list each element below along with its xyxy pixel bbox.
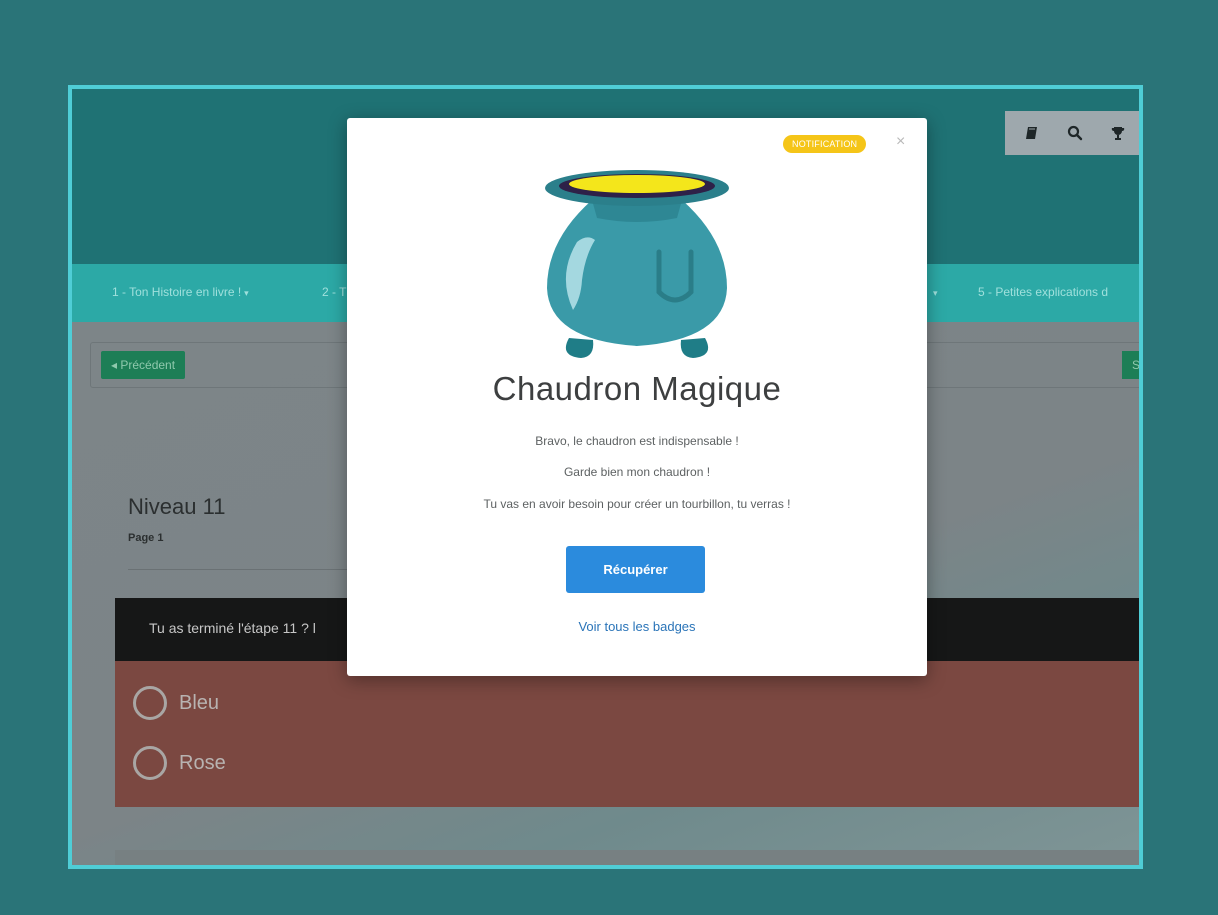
next-button[interactable]: Su xyxy=(1122,351,1139,379)
close-icon[interactable]: × xyxy=(896,133,905,151)
bottom-bar xyxy=(115,850,1139,865)
modal-message-line: Bravo, le chaudron est indispensable ! xyxy=(535,434,739,448)
header-toolbar xyxy=(1005,111,1139,155)
radio-button[interactable] xyxy=(133,746,167,780)
answer-label: Rose xyxy=(179,751,226,774)
answer-panel: Bleu Rose xyxy=(115,661,1139,807)
nav-item-label: 2 - T xyxy=(322,285,347,299)
book-icon[interactable] xyxy=(1018,119,1046,147)
modal-title: Chaudron Magique xyxy=(492,370,782,407)
previous-button[interactable]: ◂ Précédent xyxy=(101,351,186,379)
nav-item-explications[interactable]: 5 - Petites explications d xyxy=(978,285,1108,299)
question-text: Tu as terminé l'étape 11 ? l xyxy=(149,620,316,636)
search-icon[interactable] xyxy=(1061,119,1089,147)
recuperer-button[interactable]: Récupérer xyxy=(566,546,705,593)
badge-notification-modal: NOTIFICATION × Chaudron Magique Bravo, l… xyxy=(347,118,927,676)
caret-down-icon: ▾ xyxy=(933,288,938,298)
nav-item-4[interactable]: ▾ xyxy=(930,285,938,299)
trophy-icon[interactable] xyxy=(1104,119,1132,147)
modal-message-line: Tu vas en avoir besoin pour créer un tou… xyxy=(483,497,791,511)
answer-label: Bleu xyxy=(179,691,220,714)
answer-option-bleu[interactable]: Bleu xyxy=(133,686,219,720)
modal-message-line: Garde bien mon chaudron ! xyxy=(563,465,711,479)
nav-item-2[interactable]: 2 - T xyxy=(322,285,346,299)
answer-option-rose[interactable]: Rose xyxy=(133,746,226,780)
caret-down-icon: ▾ xyxy=(244,288,249,298)
view-all-badges-link[interactable]: Voir tous les badges xyxy=(347,619,927,634)
level-title: Niveau 11 xyxy=(128,494,226,519)
radio-button[interactable] xyxy=(133,686,167,720)
nav-item-label: 5 - Petites explications d xyxy=(978,285,1109,299)
notification-badge: NOTIFICATION xyxy=(783,135,867,153)
page-number: Page 1 xyxy=(128,532,164,544)
nav-item-histoire[interactable]: 1 - Ton Histoire en livre ! ▾ xyxy=(112,285,249,299)
nav-item-label: 1 - Ton Histoire en livre ! xyxy=(112,285,242,299)
cauldron-icon xyxy=(545,170,729,358)
